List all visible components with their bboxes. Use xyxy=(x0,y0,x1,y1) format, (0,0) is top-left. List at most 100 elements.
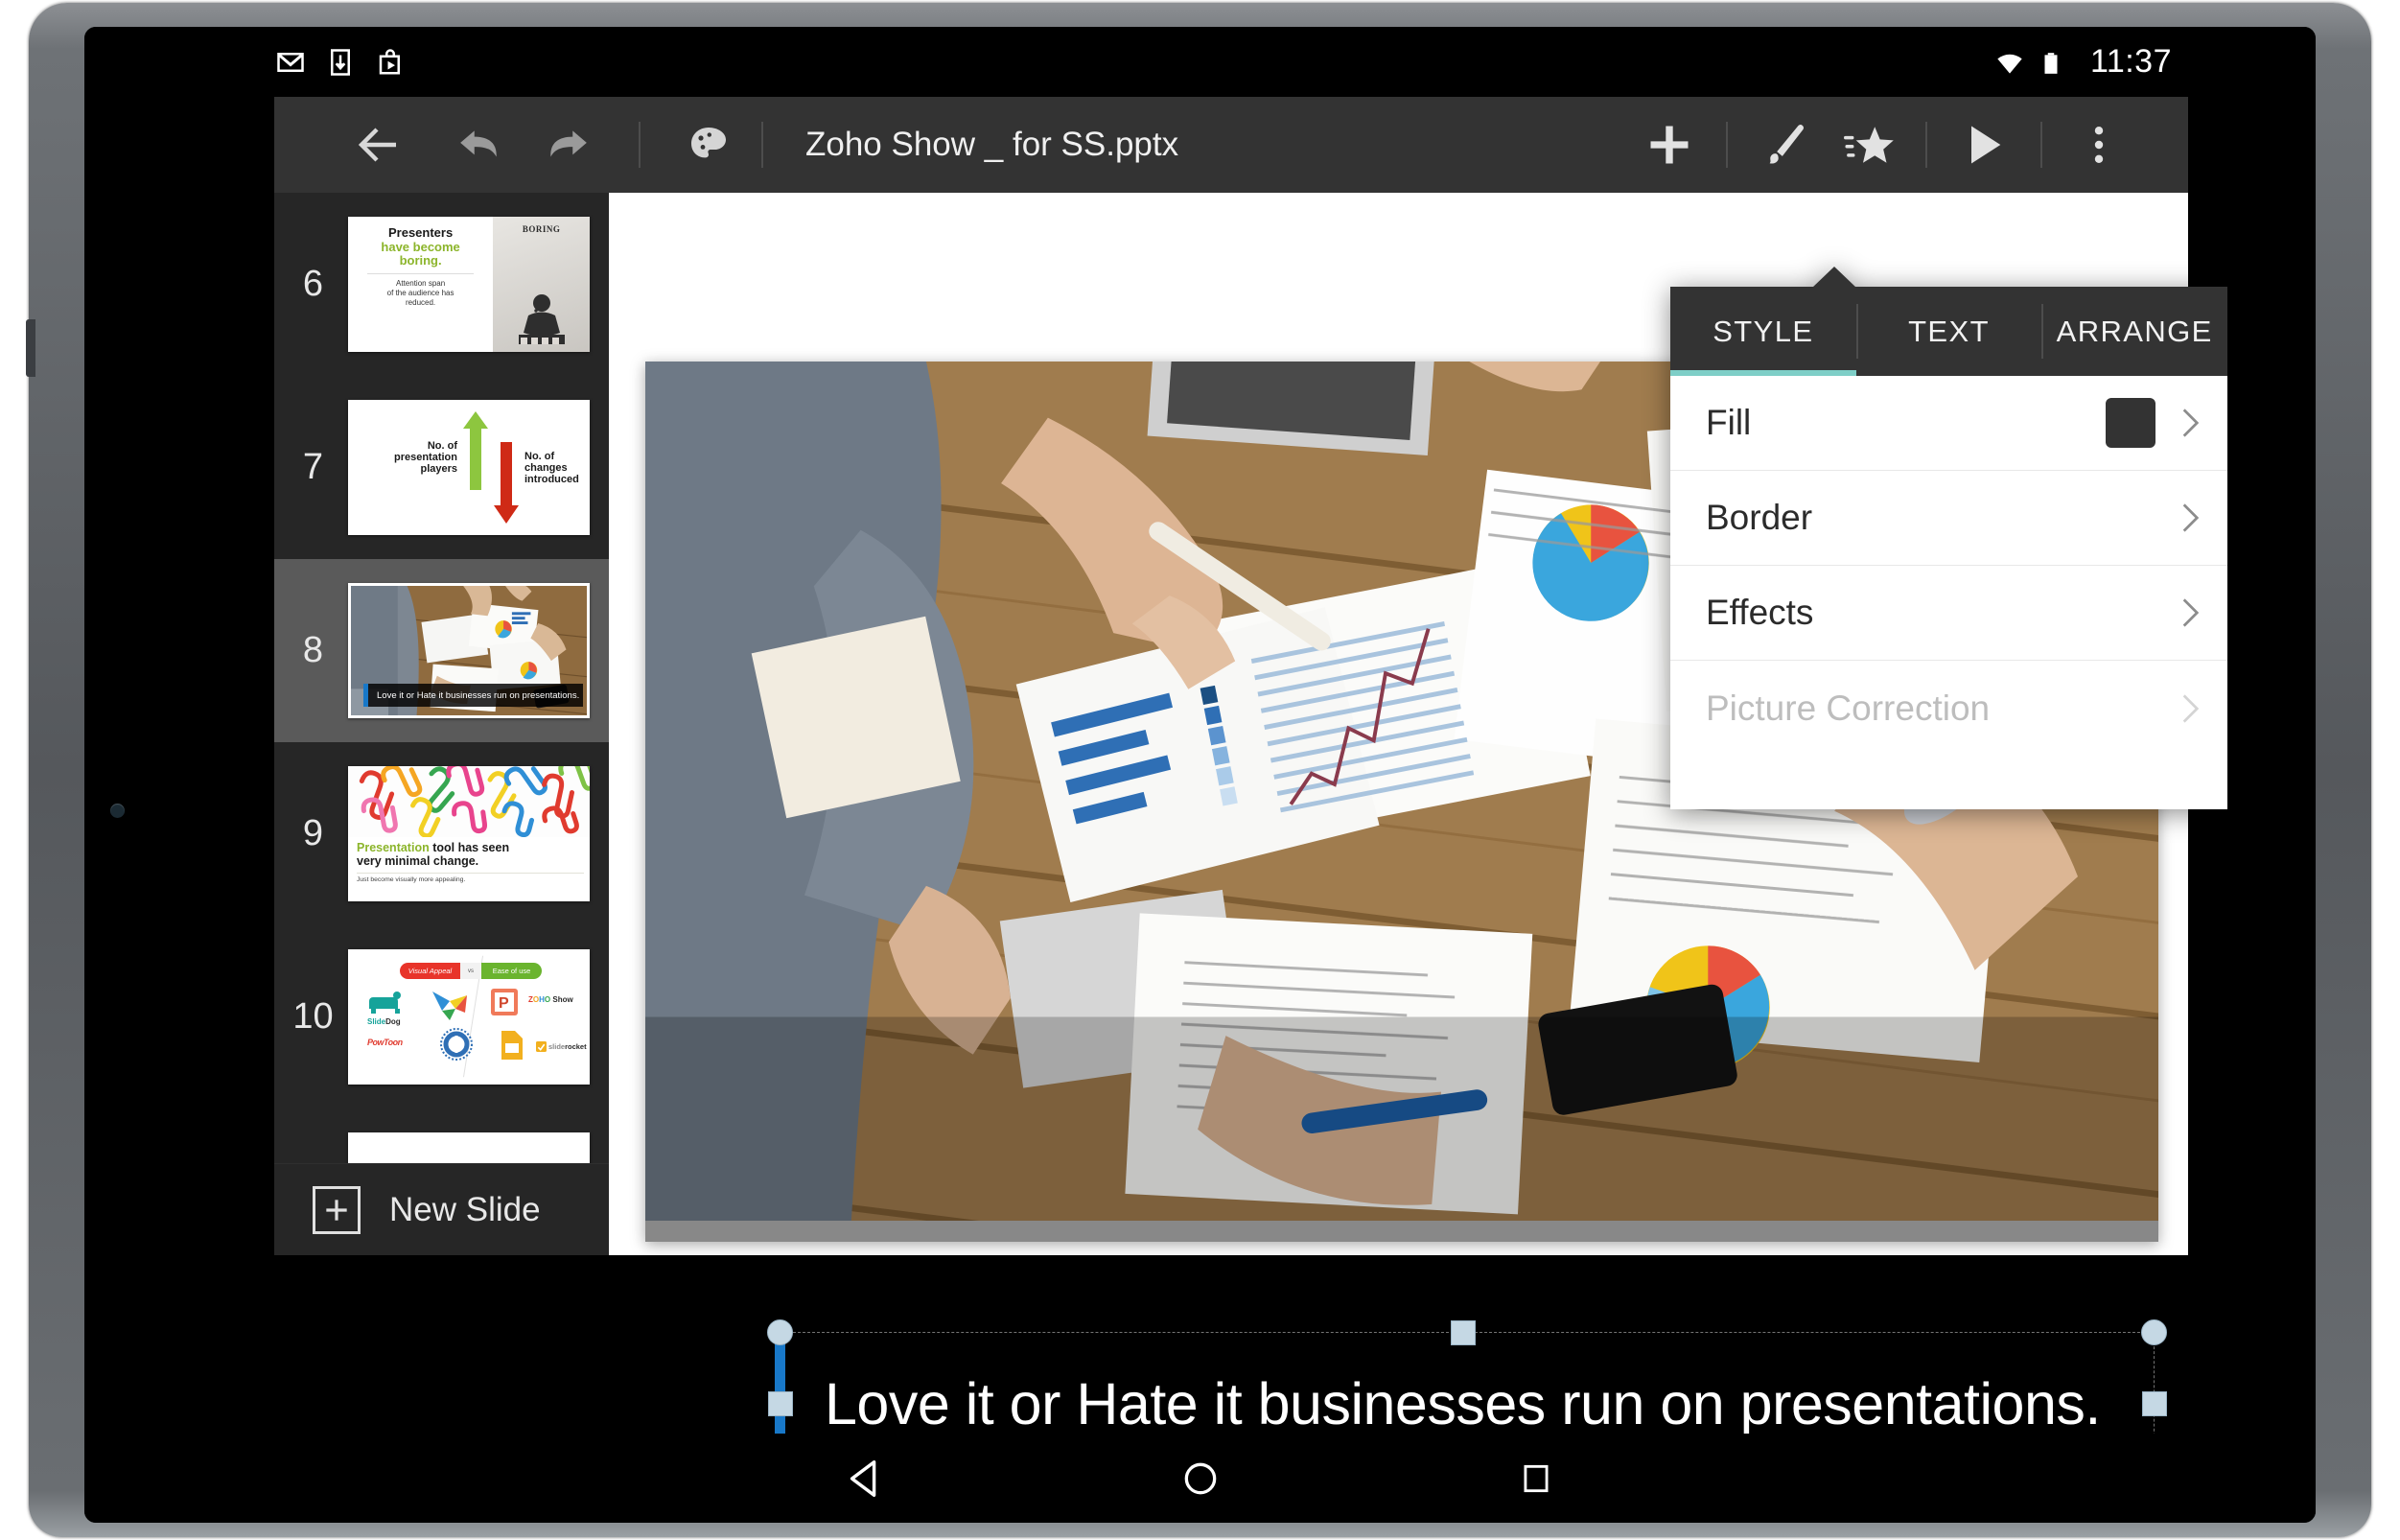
tab-style[interactable]: STYLE xyxy=(1670,287,1856,376)
tablet-screen: 11:37 Zoho Show _ for SS.pptx 6 Presente… xyxy=(84,27,2316,1523)
theme-palette-button[interactable] xyxy=(681,117,736,173)
side-button[interactable] xyxy=(26,319,35,377)
popup-tab-bar: STYLE TEXT ARRANGE xyxy=(1670,287,2227,376)
slide-number: 7 xyxy=(302,447,324,487)
option-effects[interactable]: Effects xyxy=(1670,566,2227,661)
slide-thumbnail-preview: Visual Appeal vs Ease of use SlideDog P … xyxy=(348,949,590,1085)
slide9-title-rest: tool has seen xyxy=(429,841,510,854)
haikudeck-logo xyxy=(440,1028,473,1062)
format-popup-panel: STYLE TEXT ARRANGE Fill Border Effects P… xyxy=(1670,267,2227,809)
option-picture-correction: Picture Correction xyxy=(1670,661,2227,756)
slide-thumbnail-11[interactable]: 11 What does this mean for you? (How doe… xyxy=(274,1108,609,1163)
download-icon xyxy=(326,48,355,77)
tab-arrange-label: ARRANGE xyxy=(2056,314,2213,348)
prezi-logo xyxy=(431,988,469,1022)
slide-thumbnail-list[interactable]: 6 Presenters have become boring. Attenti… xyxy=(274,193,609,1163)
sliderocket-logo: sliderocket xyxy=(536,1041,587,1054)
play-store-update-icon xyxy=(376,48,405,77)
slide6-title-3: boring. xyxy=(399,253,442,268)
nav-back-button[interactable] xyxy=(839,1453,891,1505)
resize-handle-middle-left[interactable] xyxy=(768,1391,793,1416)
slide-thumbnail-preview: Presenters have become boring. Attention… xyxy=(348,217,590,352)
slide-thumbnail-10[interactable]: 10 Visual Appeal vs Ease of use SlideDog… xyxy=(274,925,609,1108)
slide10-vs-label: vs xyxy=(460,963,481,979)
slide-thumbnail-preview: Presentation tool has seen very minimal c… xyxy=(348,766,590,901)
new-slide-button[interactable]: New Slide xyxy=(274,1163,609,1255)
slidedog-logo: SlideDog xyxy=(367,990,408,1026)
red-down-arrow-icon xyxy=(494,442,519,524)
option-picture-correction-label: Picture Correction xyxy=(1706,688,1991,728)
green-up-arrow-icon xyxy=(463,411,488,490)
wifi-icon xyxy=(1994,48,2023,77)
redo-button[interactable] xyxy=(539,117,594,173)
battery-full-icon xyxy=(2039,48,2067,77)
buddha-silhouette-icon xyxy=(518,294,565,344)
slide-thumbnail-preview: What does this mean for you? (How does t… xyxy=(348,1132,590,1163)
option-border-label: Border xyxy=(1706,498,1813,537)
slide9-title-line2: very minimal change. xyxy=(357,854,479,869)
nav-recents-button[interactable] xyxy=(1510,1453,1562,1505)
slide10-right-label: Ease of use xyxy=(481,963,542,979)
slide-thumbnail-8[interactable]: 8 Love it or Hate it businesses run on p… xyxy=(274,559,609,742)
slide-number: 10 xyxy=(292,996,334,1037)
tab-style-label: STYLE xyxy=(1713,314,1814,348)
slide-thumbnail-preview: Love it or Hate it businesses run on pre… xyxy=(348,583,590,718)
present-play-button[interactable] xyxy=(1956,117,2012,173)
slide-thumbnail-9[interactable]: 9 Presentation tool has seen very minima… xyxy=(274,742,609,925)
resize-handle-middle-right[interactable] xyxy=(2142,1391,2167,1416)
paperclips-image xyxy=(348,766,590,837)
slide-number: 8 xyxy=(302,630,324,670)
slide-number: 9 xyxy=(302,813,324,853)
tab-text[interactable]: TEXT xyxy=(1855,287,2042,376)
popup-option-list: Fill Border Effects Picture Correction xyxy=(1670,376,2227,809)
powerpoint-logo: P xyxy=(490,988,519,1018)
toolbar-divider xyxy=(639,122,641,168)
add-button[interactable] xyxy=(1642,117,1697,173)
option-fill-label: Fill xyxy=(1706,403,1752,442)
android-navigation-bar xyxy=(84,1434,2316,1523)
toolbar-divider-2 xyxy=(761,122,763,168)
zoho-show-logo: ZOHO Show xyxy=(528,995,573,1004)
camera-dot xyxy=(110,804,125,818)
option-effects-label: Effects xyxy=(1706,593,1814,632)
slide-number: 6 xyxy=(302,264,324,304)
slide-text-content: Love it or Hate it businesses run on pre… xyxy=(825,1370,2101,1436)
app-toolbar: Zoho Show _ for SS.pptx xyxy=(274,97,2188,193)
nav-home-button[interactable] xyxy=(1175,1453,1226,1505)
gmail-icon xyxy=(276,48,305,77)
slide9-subtitle: Just become visually more appealing. xyxy=(357,875,466,883)
toolbar-divider-4 xyxy=(1925,122,1927,168)
chevron-right-icon xyxy=(2182,503,2199,532)
more-options-button[interactable] xyxy=(2071,117,2127,173)
format-brush-button[interactable] xyxy=(1757,117,1812,173)
slide6-title-2: have become xyxy=(381,239,460,254)
status-clock: 11:37 xyxy=(2089,43,2172,80)
plus-icon xyxy=(313,1185,361,1234)
option-fill[interactable]: Fill xyxy=(1670,376,2227,471)
visual-vs-ease-bar: Visual Appeal vs Ease of use xyxy=(400,963,542,979)
slide-thumbnail-6[interactable]: 6 Presenters have become boring. Attenti… xyxy=(274,193,609,376)
slide8-caption: Love it or Hate it businesses run on pre… xyxy=(363,684,583,707)
resize-handle-top-left[interactable] xyxy=(767,1319,793,1345)
toolbar-divider-5 xyxy=(2040,122,2042,168)
resize-handle-top-right[interactable] xyxy=(2141,1319,2167,1345)
toolbar-divider-3 xyxy=(1726,122,1728,168)
undo-button[interactable] xyxy=(453,117,508,173)
google-slides-logo xyxy=(500,1030,524,1062)
animation-star-button[interactable] xyxy=(1841,117,1897,173)
status-bar: 11:37 xyxy=(84,27,2316,97)
fill-color-swatch[interactable] xyxy=(2106,398,2155,448)
slide-thumbnail-7[interactable]: 7 No. of presentation players No. of cha… xyxy=(274,376,609,559)
chevron-right-icon xyxy=(2182,598,2199,627)
option-border[interactable]: Border xyxy=(1670,471,2227,566)
popup-pointer-arrow xyxy=(1812,267,1856,288)
resize-handle-top-center[interactable] xyxy=(1451,1320,1476,1345)
tab-arrange[interactable]: ARRANGE xyxy=(2041,287,2227,376)
powtoon-logo: PowToon xyxy=(367,1038,403,1047)
back-button[interactable] xyxy=(351,117,407,173)
slide6-subtitle: Attention span of the audience has reduc… xyxy=(386,278,454,307)
chevron-right-icon xyxy=(2182,408,2199,437)
document-title: Zoho Show _ for SS.pptx xyxy=(805,126,1179,163)
slide10-left-label: Visual Appeal xyxy=(400,963,460,979)
svg-text:P: P xyxy=(499,995,509,1012)
